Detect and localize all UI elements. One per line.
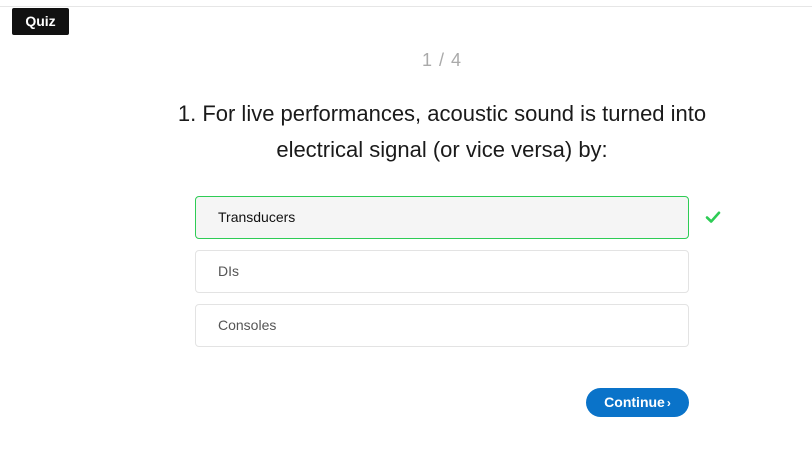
answer-option-transducers[interactable]: Transducers — [195, 196, 689, 239]
answer-option-consoles[interactable]: Consoles — [195, 304, 689, 347]
answer-option-dis[interactable]: DIs — [195, 250, 689, 293]
quiz-page: Quiz 1 / 4 1. For live performances, aco… — [0, 0, 812, 465]
question-progress: 1 / 4 — [421, 50, 463, 70]
quiz-label: Quiz — [12, 8, 69, 35]
answer-options: Transducers DIs Consoles — [195, 196, 689, 358]
continue-label: Continue — [604, 394, 665, 410]
check-icon — [705, 211, 721, 223]
top-divider — [0, 6, 812, 7]
chevron-right-icon: › — [666, 396, 671, 410]
continue-button[interactable]: Continue › — [586, 388, 689, 417]
question-text: 1. For live performances, acoustic sound… — [177, 101, 707, 162]
